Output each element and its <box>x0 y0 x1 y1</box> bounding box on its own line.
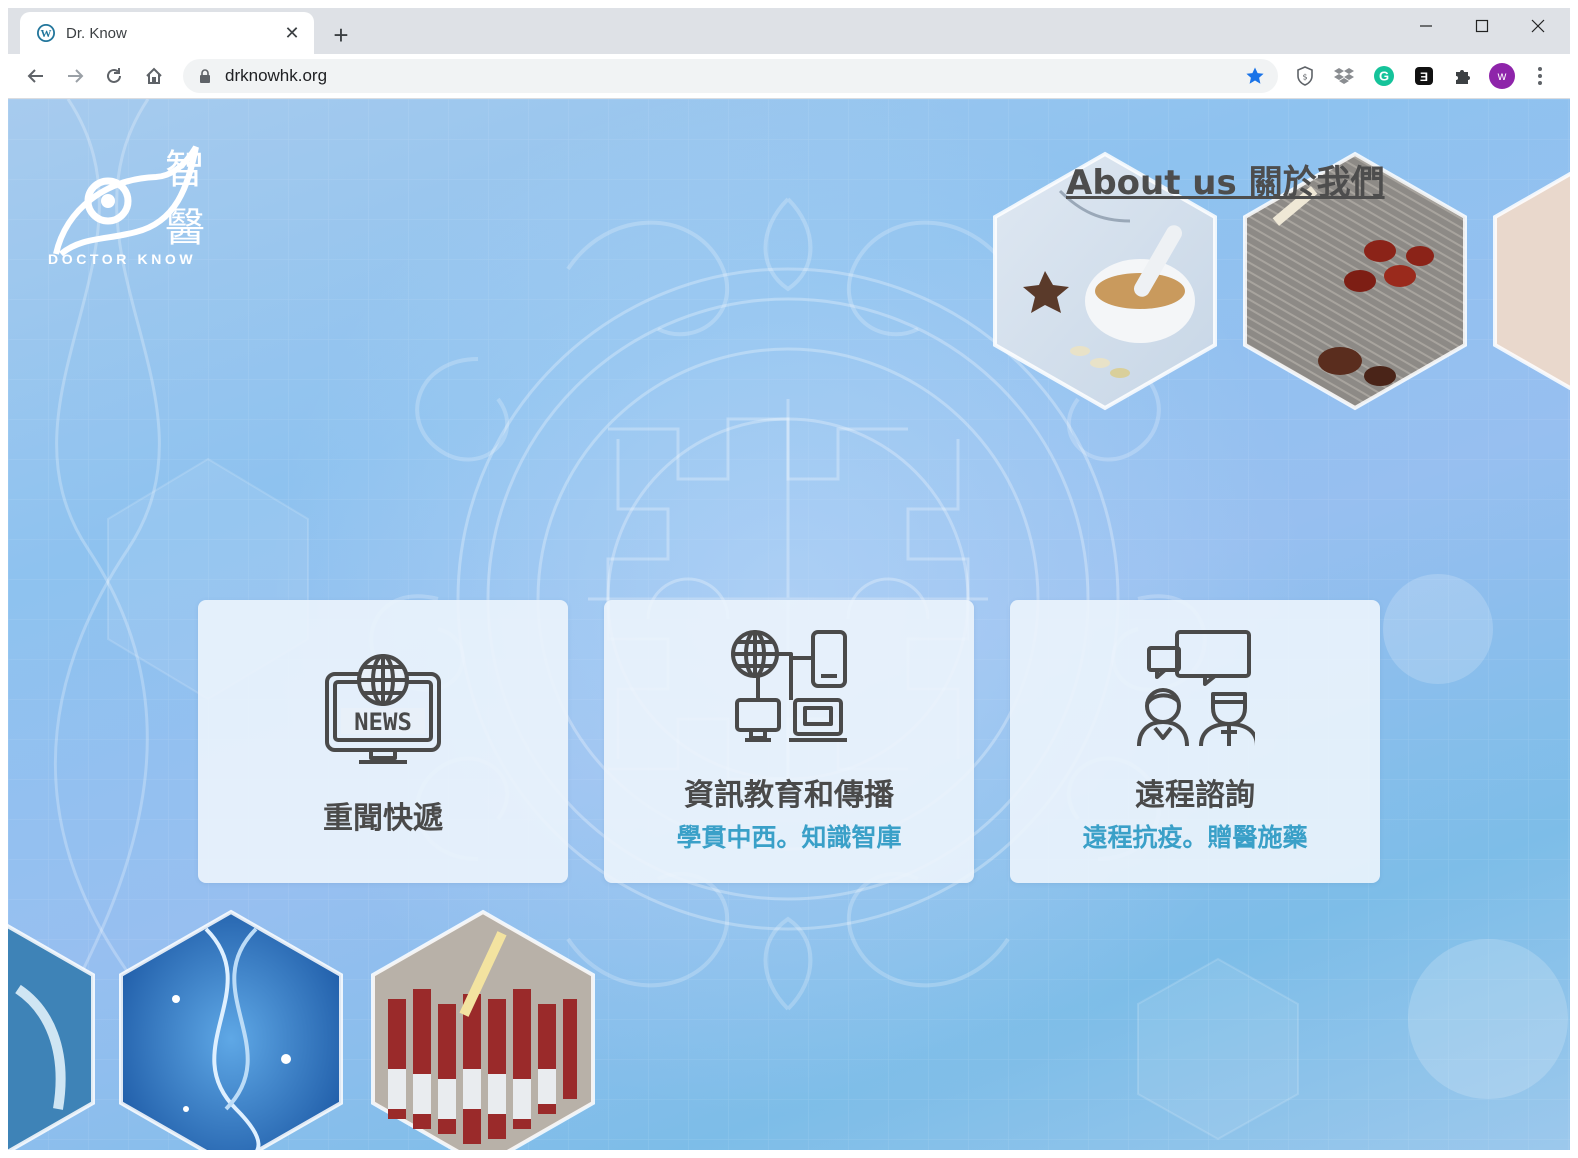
minimize-icon[interactable] <box>1398 8 1454 44</box>
home-icon[interactable] <box>138 60 170 92</box>
browser-window: W Dr. Know ✕ + drknowhk.org $ G Ǝ w 智 醫 … <box>8 8 1570 1150</box>
dropbox-icon[interactable] <box>1330 62 1358 90</box>
svg-text:G: G <box>1379 69 1389 84</box>
hex-image-partial <box>1493 171 1570 391</box>
tab-title: Dr. Know <box>66 24 127 42</box>
url-text: drknowhk.org <box>225 66 328 85</box>
network-devices-icon <box>731 630 847 742</box>
grammarly-icon[interactable]: G <box>1370 62 1398 90</box>
hex-image-test-tubes <box>371 909 595 1150</box>
card-subtitle: 遠程抗疫。贈醫施藥 <box>1082 823 1308 852</box>
ghostery-icon[interactable]: Ǝ <box>1410 62 1438 90</box>
puzzle-icon[interactable] <box>1449 62 1477 90</box>
card-title: 重聞快遞 <box>323 801 443 836</box>
card-subtitle: 學貫中西。知識智庫 <box>676 823 902 852</box>
news-card[interactable]: NEWS 重聞快遞 <box>198 600 568 883</box>
profile-initial: w <box>1497 69 1507 83</box>
news-monitor-icon: NEWS <box>325 654 441 764</box>
plus-icon[interactable]: + <box>326 20 356 50</box>
back-arrow-icon[interactable] <box>20 60 52 92</box>
svg-text:NEWS: NEWS <box>354 708 412 736</box>
svg-text:W: W <box>41 28 52 40</box>
web-page: 智 醫 DOCTOR KNOW About us 關於我們 NEWS 重聞快遞 … <box>8 99 1570 1150</box>
star-icon[interactable] <box>1242 66 1268 86</box>
kebab-menu-icon[interactable] <box>1526 62 1554 90</box>
consultation-card[interactable]: 遠程諮詢 遠程抗疫。贈醫施藥 <box>1010 600 1380 883</box>
reload-icon[interactable] <box>98 60 130 92</box>
close-icon[interactable]: ✕ <box>280 21 304 45</box>
lock-icon[interactable] <box>197 69 213 83</box>
forward-arrow-icon[interactable] <box>59 60 91 92</box>
consultation-people-icon <box>1137 630 1255 747</box>
about-us-link[interactable]: About us 關於我們 <box>1066 155 1385 204</box>
logo-chinese-char-2: 醫 <box>165 205 205 251</box>
tab-strip: W Dr. Know ✕ + <box>8 8 1570 54</box>
card-title: 遠程諮詢 <box>1135 778 1255 813</box>
education-card[interactable]: 資訊教育和傳播 學貫中西。知識智庫 <box>604 600 974 883</box>
wordpress-icon: W <box>36 23 56 43</box>
hex-image-dna-helix <box>119 909 343 1150</box>
svg-text:Ǝ: Ǝ <box>1420 70 1428 84</box>
card-title: 資訊教育和傳播 <box>684 778 894 813</box>
browser-tab[interactable]: W Dr. Know ✕ <box>20 12 314 54</box>
shield-icon[interactable]: $ <box>1291 62 1319 90</box>
logo-wordmark: DOCTOR KNOW <box>48 251 197 267</box>
profile-avatar[interactable]: w <box>1488 62 1516 90</box>
svg-text:$: $ <box>1302 73 1307 82</box>
hex-image-lab-scientist <box>8 924 95 1150</box>
window-close-icon[interactable] <box>1510 8 1566 44</box>
browser-toolbar: drknowhk.org $ G Ǝ w <box>8 54 1570 99</box>
logo-chinese-char-1: 智 <box>165 147 205 193</box>
maximize-icon[interactable] <box>1454 8 1510 44</box>
address-bar[interactable]: drknowhk.org <box>183 59 1278 93</box>
